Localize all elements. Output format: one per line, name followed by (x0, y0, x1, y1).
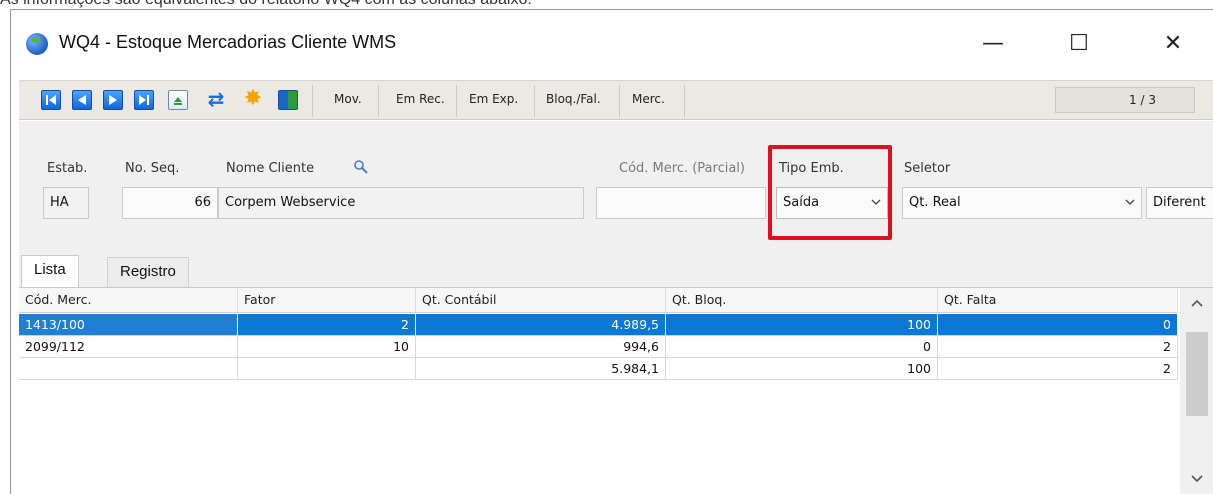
toolbar-separator (378, 85, 379, 117)
search-icon[interactable] (353, 159, 369, 175)
cell-qt-contabil: 5.984,1 (416, 358, 666, 380)
em-rec-button[interactable]: Em Rec. (396, 92, 445, 106)
header-fator[interactable]: Fator (238, 288, 416, 313)
bloq-fal-button[interactable]: Bloq./Fal. (546, 92, 601, 106)
estab-label: Estab. (47, 161, 88, 176)
scroll-up-icon[interactable] (1189, 296, 1205, 312)
exit-icon[interactable] (278, 90, 298, 110)
nome-cliente-label: Nome Cliente (226, 161, 315, 176)
codmerc-label: Cód. Merc. (Parcial) (619, 161, 745, 176)
previous-record-icon[interactable] (72, 90, 92, 110)
filter-form: Estab. HA No. Seq. 66 Nome Cliente Corpe… (19, 121, 1213, 251)
tab-registro[interactable]: Registro (107, 257, 189, 287)
close-button[interactable]: ✕ (1153, 24, 1193, 64)
toolbar: ⇄ ✸ Mov. Em Rec. Em Exp. Bloq./Fal. Merc… (19, 80, 1213, 120)
table-row[interactable]: 1413/100 2 4.989,5 100 0 (19, 314, 1178, 336)
vertical-scrollbar[interactable] (1180, 288, 1213, 494)
table-row[interactable]: 5.984,1 100 2 (19, 358, 1178, 380)
seletor-label: Seletor (904, 161, 951, 176)
cell-qt-bloq: 100 (666, 358, 938, 380)
table-row[interactable]: 2099/112 10 994,6 0 2 (19, 336, 1178, 358)
toolbar-separator (619, 85, 620, 117)
stock-grid: Cód. Merc. Fator Qt. Contábil Qt. Bloq. … (19, 287, 1213, 494)
cell-qt-contabil: 994,6 (416, 336, 666, 358)
diferenca-select[interactable]: Diferent (1146, 187, 1213, 219)
cell-qt-bloq: 0 (666, 336, 938, 358)
wq4-window: WQ4 - Estoque Mercadorias Cliente WMS — … (10, 9, 1213, 494)
header-qt-falta[interactable]: Qt. Falta (938, 288, 1178, 313)
grid-header: Cód. Merc. Fator Qt. Contábil Qt. Bloq. … (19, 288, 1178, 313)
first-record-icon[interactable] (41, 90, 61, 110)
em-exp-button[interactable]: Em Exp. (469, 92, 518, 106)
header-qt-bloq[interactable]: Qt. Bloq. (666, 288, 938, 313)
next-record-icon[interactable] (103, 90, 123, 110)
codmerc-input[interactable] (596, 187, 766, 219)
cell-qt-contabil: 4.989,5 (416, 314, 666, 336)
toolbar-separator (312, 85, 313, 117)
tipo-emb-highlight-box (768, 145, 892, 240)
noseq-field[interactable]: 66 (122, 187, 218, 219)
globe-icon (26, 33, 48, 55)
tab-strip: Lista Registro (19, 251, 1213, 287)
scroll-down-icon[interactable] (1189, 470, 1205, 486)
toolbar-separator (456, 85, 457, 117)
window-title: WQ4 - Estoque Mercadorias Cliente WMS (59, 32, 397, 52)
cell-fator: 2 (238, 314, 416, 336)
cell-fator: 10 (238, 336, 416, 358)
document-icon[interactable] (168, 90, 188, 110)
cell-cod-merc: 2099/112 (19, 336, 238, 358)
cell-qt-falta: 0 (938, 314, 1178, 336)
estab-field[interactable]: HA (43, 187, 89, 219)
cell-qt-bloq: 100 (666, 314, 938, 336)
caption-text: As informações são equivalentes do relat… (0, 0, 1213, 9)
tab-lista[interactable]: Lista (21, 255, 79, 287)
new-record-icon[interactable]: ✸ (243, 88, 263, 110)
chevron-down-icon (1125, 199, 1135, 205)
cell-fator (238, 358, 416, 380)
mov-button[interactable]: Mov. (334, 92, 362, 106)
scrollbar-thumb[interactable] (1186, 332, 1208, 416)
maximize-button[interactable]: ☐ (1059, 24, 1099, 64)
cell-qt-falta: 2 (938, 336, 1178, 358)
cell-cod-merc: 1413/100 (19, 314, 238, 336)
refresh-icon[interactable]: ⇄ (206, 89, 226, 110)
merc-button[interactable]: Merc. (632, 92, 665, 106)
toolbar-separator (684, 85, 685, 117)
title-bar: WQ4 - Estoque Mercadorias Cliente WMS — … (11, 10, 1213, 80)
toolbar-separator (534, 85, 535, 117)
seletor-select[interactable]: Qt. Real (902, 187, 1142, 219)
nome-cliente-field[interactable]: Corpem Webservice (218, 187, 584, 219)
header-cod-merc[interactable]: Cód. Merc. (19, 288, 238, 313)
cell-cod-merc (19, 358, 238, 380)
minimize-button[interactable]: — (973, 24, 1013, 64)
noseq-label: No. Seq. (125, 161, 180, 176)
seletor-value: Qt. Real (909, 195, 961, 210)
cell-qt-falta: 2 (938, 358, 1178, 380)
last-record-icon[interactable] (134, 90, 154, 110)
record-counter: 1 / 3 (1055, 87, 1195, 113)
header-qt-contabil[interactable]: Qt. Contábil (416, 288, 666, 313)
